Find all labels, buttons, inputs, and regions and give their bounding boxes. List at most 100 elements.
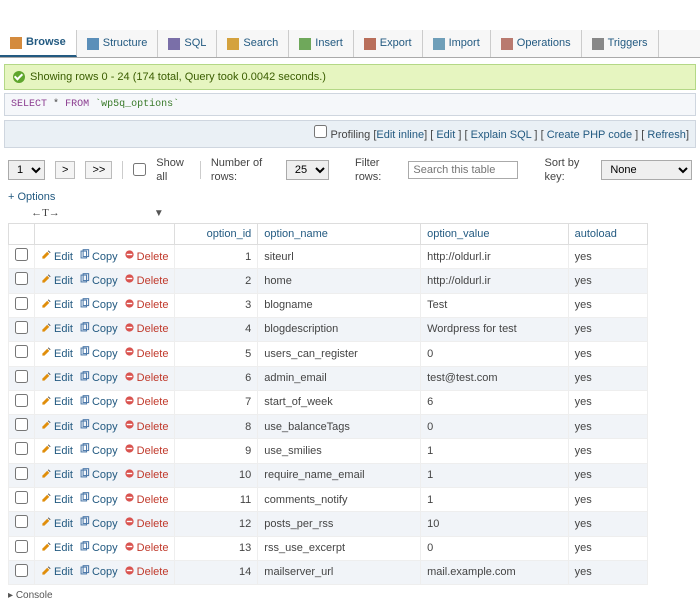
cell-autoload: yes [568, 317, 647, 341]
edit-row-link[interactable]: Edit [41, 468, 73, 483]
row-checkbox[interactable] [15, 491, 28, 504]
row-checkbox[interactable] [15, 564, 28, 577]
explain-sql-link[interactable]: Explain SQL [471, 129, 532, 141]
row-checkbox[interactable] [15, 467, 28, 480]
create-php-link[interactable]: Create PHP code [547, 129, 632, 141]
cell-option-id: 14 [175, 560, 258, 584]
copy-row-link[interactable]: Copy [79, 322, 118, 337]
edit-row-link[interactable]: Edit [41, 322, 73, 337]
num-rows-select[interactable]: 25 [286, 160, 329, 180]
copy-row-link[interactable]: Copy [79, 565, 118, 580]
col-option_name[interactable]: option_name [258, 223, 421, 244]
page-select[interactable]: 1 [8, 160, 45, 180]
edit-row-link[interactable]: Edit [41, 298, 73, 313]
edit-row-link[interactable]: Edit [41, 541, 73, 556]
cell-option-value: 0 [421, 415, 569, 439]
edit-row-link[interactable]: Edit [41, 516, 73, 531]
row-checkbox[interactable] [15, 394, 28, 407]
edit-row-link[interactable]: Edit [41, 565, 73, 580]
delete-row-link[interactable]: Delete [124, 419, 169, 434]
edit-row-link[interactable]: Edit [41, 371, 73, 386]
last-page-button[interactable]: >> [85, 161, 112, 179]
cell-option-value: 0 [421, 342, 569, 366]
copy-row-link[interactable]: Copy [79, 395, 118, 410]
export-icon [364, 38, 376, 50]
delete-row-link[interactable]: Delete [124, 565, 169, 580]
tab-sql[interactable]: SQL [158, 30, 217, 57]
delete-row-link[interactable]: Delete [124, 249, 169, 264]
tab-search[interactable]: Search [217, 30, 289, 57]
tab-insert[interactable]: Insert [289, 30, 354, 57]
row-checkbox[interactable] [15, 345, 28, 358]
copy-row-link[interactable]: Copy [79, 273, 118, 288]
tab-import[interactable]: Import [423, 30, 491, 57]
delete-row-link[interactable]: Delete [124, 346, 169, 361]
sort-key-select[interactable]: None [601, 160, 692, 180]
row-checkbox[interactable] [15, 370, 28, 383]
row-checkbox[interactable] [15, 515, 28, 528]
cell-option-name: posts_per_rss [258, 512, 421, 536]
col-option_value[interactable]: option_value [421, 223, 569, 244]
cell-option-id: 6 [175, 366, 258, 390]
copy-row-link[interactable]: Copy [79, 298, 118, 313]
copy-icon [79, 371, 90, 386]
delete-row-link[interactable]: Delete [124, 298, 169, 313]
options-toggle-link[interactable]: + Options [8, 191, 55, 203]
cell-autoload: yes [568, 269, 647, 293]
row-checkbox[interactable] [15, 321, 28, 334]
delete-row-link[interactable]: Delete [124, 273, 169, 288]
delete-row-link[interactable]: Delete [124, 443, 169, 458]
refresh-link[interactable]: Refresh [647, 129, 686, 141]
row-checkbox[interactable] [15, 272, 28, 285]
row-checkbox[interactable] [15, 442, 28, 455]
col-autoload[interactable]: autoload [568, 223, 647, 244]
cell-autoload: yes [568, 415, 647, 439]
next-page-button[interactable]: > [55, 161, 75, 179]
console-toggle[interactable]: ▸ Console [8, 589, 692, 602]
tab-browse[interactable]: Browse [0, 30, 77, 57]
minus-circle-icon [124, 346, 135, 361]
edit-row-link[interactable]: Edit [41, 419, 73, 434]
table-row: EditCopyDelete9use_smilies1yes [9, 439, 648, 463]
delete-row-link[interactable]: Delete [124, 395, 169, 410]
row-checkbox[interactable] [15, 540, 28, 553]
copy-row-link[interactable]: Copy [79, 346, 118, 361]
row-actions: Edit Copy Delete [41, 516, 168, 531]
row-checkbox[interactable] [15, 248, 28, 261]
row-checkbox[interactable] [15, 418, 28, 431]
tab-triggers[interactable]: Triggers [582, 30, 659, 57]
edit-row-link[interactable]: Edit [41, 249, 73, 264]
edit-row-link[interactable]: Edit [41, 346, 73, 361]
minus-circle-icon [124, 419, 135, 434]
show-all-label: Show all [156, 156, 190, 185]
edit-inline-link[interactable]: Edit inline [376, 129, 424, 141]
delete-row-link[interactable]: Delete [124, 516, 169, 531]
edit-row-link[interactable]: Edit [41, 273, 73, 288]
delete-row-link[interactable]: Delete [124, 371, 169, 386]
tab-export[interactable]: Export [354, 30, 423, 57]
col-option_id[interactable]: option_id [175, 223, 258, 244]
cell-option-id: 10 [175, 463, 258, 487]
copy-row-link[interactable]: Copy [79, 468, 118, 483]
copy-row-link[interactable]: Copy [79, 443, 118, 458]
tab-operations[interactable]: Operations [491, 30, 582, 57]
copy-row-link[interactable]: Copy [79, 371, 118, 386]
row-checkbox[interactable] [15, 297, 28, 310]
copy-row-link[interactable]: Copy [79, 516, 118, 531]
filter-input[interactable] [408, 161, 518, 179]
tab-structure[interactable]: Structure [77, 30, 159, 57]
edit-link[interactable]: Edit [436, 129, 455, 141]
edit-row-link[interactable]: Edit [41, 443, 73, 458]
cell-option-name: mailserver_url [258, 560, 421, 584]
minus-circle-icon [124, 541, 135, 556]
cell-option-name: use_balanceTags [258, 415, 421, 439]
delete-row-link[interactable]: Delete [124, 468, 169, 483]
edit-row-link[interactable]: Edit [41, 395, 73, 410]
copy-row-link[interactable]: Copy [79, 419, 118, 434]
show-all-checkbox[interactable] [133, 163, 146, 176]
profiling-checkbox[interactable] [314, 125, 327, 138]
delete-row-link[interactable]: Delete [124, 541, 169, 556]
copy-row-link[interactable]: Copy [79, 249, 118, 264]
delete-row-link[interactable]: Delete [124, 322, 169, 337]
copy-row-link[interactable]: Copy [79, 541, 118, 556]
